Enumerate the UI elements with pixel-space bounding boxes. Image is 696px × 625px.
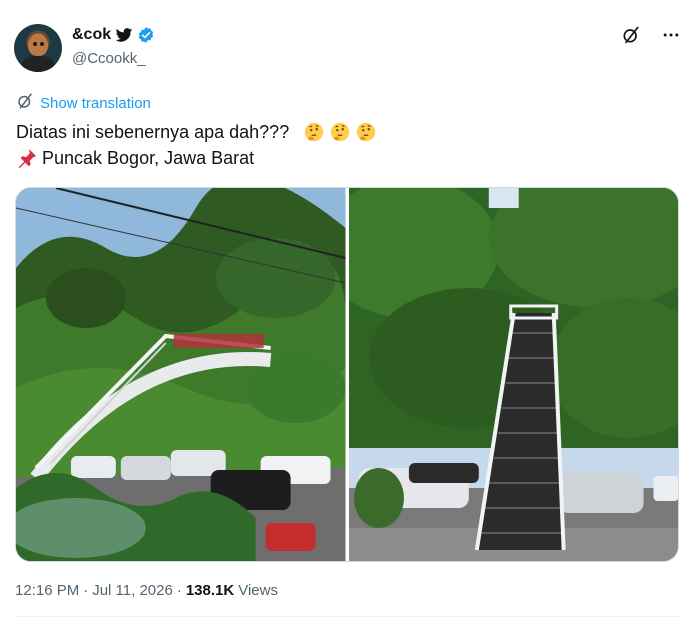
photo-bridge-left[interactable] <box>16 188 346 561</box>
avatar-body <box>22 56 54 72</box>
show-translation-label: Show translation <box>40 94 151 112</box>
avatar-eye <box>33 42 37 46</box>
grok-icon[interactable] <box>620 24 642 46</box>
tweet-date[interactable]: Jul 11, 2026 <box>92 582 173 599</box>
avatar-eye <box>40 42 44 46</box>
avatar[interactable] <box>14 24 62 72</box>
views-label: Views <box>238 582 278 599</box>
translate-icon <box>16 92 34 114</box>
tweet-header: &cok @Ccookk_ <box>14 22 682 74</box>
tweet-time[interactable]: 12:16 PM <box>15 582 79 599</box>
thinking-face-emoji <box>331 122 350 142</box>
views-count: 138.1K <box>185 582 235 599</box>
author-handle[interactable]: @Ccookk_ <box>72 50 155 67</box>
tweet-meta: 12:16 PM · Jul 11, 2026 · 138.1K Views <box>15 582 278 599</box>
tweet-media[interactable] <box>15 187 679 562</box>
thinking-face-emoji <box>305 122 324 142</box>
bird-icon <box>115 26 133 44</box>
tweet-line-1: Diatas ini sebenernya apa dah??? <box>16 119 377 145</box>
meta-separator: · <box>83 582 89 599</box>
display-name[interactable]: &cok <box>72 26 111 44</box>
avatar-face <box>28 34 48 56</box>
verified-badge-icon <box>137 26 155 44</box>
top-actions <box>620 24 682 46</box>
divider <box>15 616 681 617</box>
photo-stairs-right[interactable] <box>348 188 678 561</box>
meta-separator: · <box>176 582 182 599</box>
tweet-text: Diatas ini sebenernya apa dah??? Puncak … <box>16 119 377 171</box>
show-translation-link[interactable]: Show translation <box>16 92 151 114</box>
tweet-line-2: Puncak Bogor, Jawa Barat <box>16 145 377 171</box>
thinking-face-emoji <box>357 122 376 142</box>
author-names: &cok @Ccookk_ <box>72 24 155 67</box>
more-icon[interactable] <box>660 24 682 46</box>
tweet-line-1-text: Diatas ini sebenernya apa dah??? <box>16 122 290 142</box>
tweet-line-2-text: Puncak Bogor, Jawa Barat <box>42 148 255 168</box>
pushpin-emoji <box>18 148 37 169</box>
